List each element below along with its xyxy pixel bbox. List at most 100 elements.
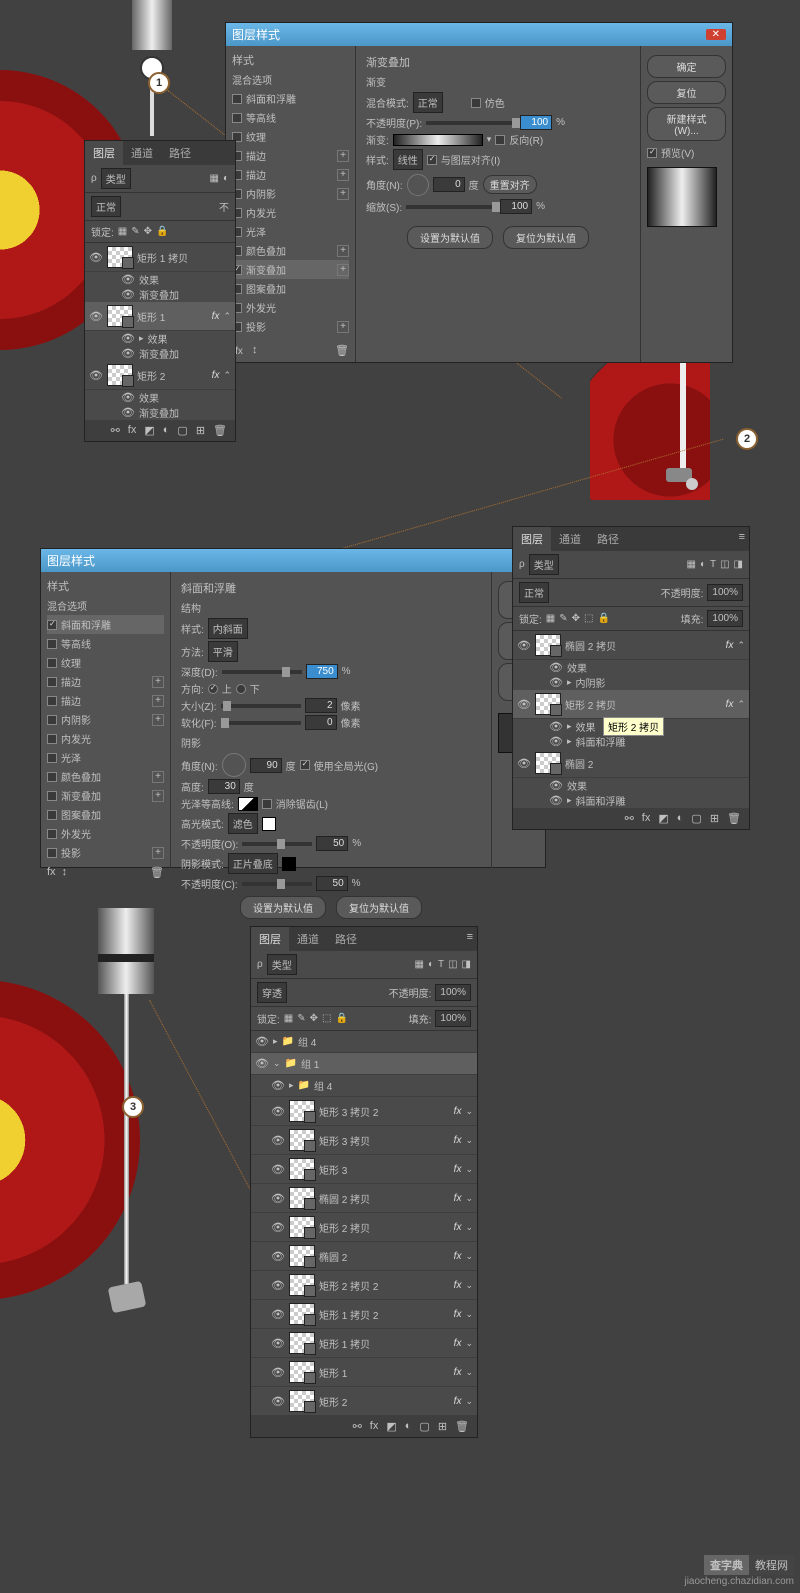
layer-item[interactable]: 👁矩形 2 拷贝 2fx⌄ <box>251 1271 477 1300</box>
blend-mode-select[interactable]: 正常 <box>413 92 443 113</box>
kind-filter[interactable]: 类型 <box>101 168 131 189</box>
group-row[interactable]: 👁▸📁组 4 <box>251 1075 477 1097</box>
group-row[interactable]: 👁▸📁组 4 <box>251 1031 477 1053</box>
fx-bevel[interactable]: 斜面和浮雕 <box>47 615 164 634</box>
eye-icon[interactable]: 👁 <box>271 1366 285 1379</box>
new-style-button[interactable]: 新建样式(W)... <box>647 107 726 141</box>
fx-stroke[interactable]: 描边+ <box>232 146 349 165</box>
reset-default-button[interactable]: 复位为默认值 <box>503 226 589 249</box>
layer-item[interactable]: 👁椭圆 2 <box>513 749 749 778</box>
fx-contour[interactable]: 等高线 <box>47 634 164 653</box>
cancel-button[interactable]: 复位 <box>647 81 726 104</box>
new-icon[interactable]: ⊞ <box>196 424 205 437</box>
size-input[interactable]: 2 <box>305 698 337 713</box>
set-default-button[interactable]: 设置为默认值 <box>240 896 326 919</box>
mask-icon[interactable]: ◩ <box>144 424 154 437</box>
fx-pattern-overlay[interactable]: 图案叠加 <box>47 805 164 824</box>
layer-item[interactable]: 👁矩形 3 拷贝 2fx⌄ <box>251 1097 477 1126</box>
depth-input[interactable]: 750 <box>306 664 338 679</box>
layer-item[interactable]: 👁矩形 2fx⌄ <box>251 1387 477 1416</box>
soften-input[interactable]: 0 <box>305 715 337 730</box>
fx-satin[interactable]: 光泽 <box>232 222 349 241</box>
bevel-tech-select[interactable]: 平滑 <box>208 641 238 662</box>
grad-style-select[interactable]: 线性 <box>393 149 423 170</box>
link-icon[interactable]: ⚯ <box>111 424 120 437</box>
eye-icon[interactable]: 👁 <box>271 1134 285 1147</box>
blend-options[interactable]: 混合选项 <box>232 70 349 89</box>
reset-default-button[interactable]: 复位为默认值 <box>336 896 422 919</box>
opacity-input[interactable]: 100 <box>520 115 552 130</box>
eye-icon[interactable]: 👁 <box>271 1163 285 1176</box>
layer-item[interactable]: 👁矩形 1fx⌃ <box>85 302 235 331</box>
eye-icon[interactable]: 👁 <box>89 251 103 264</box>
blend-options[interactable]: 混合选项 <box>47 596 164 615</box>
eye-icon[interactable]: 👁 <box>271 1308 285 1321</box>
fx-contour[interactable]: 等高线 <box>232 108 349 127</box>
tab-layers[interactable]: 图层 <box>251 927 289 951</box>
fx-stroke[interactable]: 描边+ <box>47 691 164 710</box>
blend-select[interactable]: 正常 <box>91 196 121 217</box>
fx-outer-glow[interactable]: 外发光 <box>47 824 164 843</box>
set-default-button[interactable]: 设置为默认值 <box>407 226 493 249</box>
angle-input[interactable]: 0 <box>433 177 465 192</box>
layer-item[interactable]: 👁矩形 1fx⌄ <box>251 1358 477 1387</box>
fx-pattern-overlay[interactable]: 图案叠加 <box>232 279 349 298</box>
close-icon[interactable]: ✕ <box>706 29 726 40</box>
tab-layers[interactable]: 图层 <box>513 527 551 551</box>
tab-paths[interactable]: 路径 <box>327 927 365 951</box>
fx-stroke[interactable]: 描边+ <box>47 672 164 691</box>
tab-channels[interactable]: 通道 <box>123 141 161 165</box>
ok-button[interactable]: 确定 <box>647 55 726 78</box>
group-row[interactable]: 👁⌄📁组 1 <box>251 1053 477 1075</box>
fx-color-overlay[interactable]: 颜色叠加+ <box>47 767 164 786</box>
eye-icon[interactable]: 👁 <box>271 1221 285 1234</box>
layer-item[interactable]: 👁矩形 1 拷贝fx⌄ <box>251 1329 477 1358</box>
scale-input[interactable]: 100 <box>500 199 532 214</box>
layer-item[interactable]: 👁矩形 3 拷贝fx⌄ <box>251 1126 477 1155</box>
fx-outer-glow[interactable]: 外发光 <box>232 298 349 317</box>
kind-filter[interactable]: 类型 <box>529 554 559 575</box>
arrow-icon[interactable]: ↕ <box>252 344 258 358</box>
layer-item[interactable]: 👁矩形 2 拷贝fx⌄ <box>251 1213 477 1242</box>
blend-select[interactable]: 正常 <box>519 582 549 603</box>
fx-color-overlay[interactable]: 颜色叠加+ <box>232 241 349 260</box>
menu-icon[interactable]: ≡ <box>463 927 477 951</box>
tab-channels[interactable]: 通道 <box>289 927 327 951</box>
fx-inner-shadow[interactable]: 内阴影+ <box>47 710 164 729</box>
fx-gradient-overlay[interactable]: 渐变叠加+ <box>232 260 349 279</box>
layer-item[interactable]: 👁椭圆 2fx⌄ <box>251 1242 477 1271</box>
fx-inner-shadow[interactable]: 内阴影+ <box>232 184 349 203</box>
fx-drop-shadow[interactable]: 投影+ <box>47 843 164 862</box>
bevel-style-select[interactable]: 内斜面 <box>208 618 248 639</box>
eye-icon[interactable]: 👁 <box>271 1395 285 1408</box>
eye-icon[interactable]: 👁 <box>271 1192 285 1205</box>
tab-paths[interactable]: 路径 <box>589 527 627 551</box>
fx-bevel[interactable]: 斜面和浮雕 <box>232 89 349 108</box>
dialog-titlebar[interactable]: 图层样式 ✕ <box>226 23 732 46</box>
tab-layers[interactable]: 图层 <box>85 141 123 165</box>
layer-item[interactable]: 👁矩形 1 拷贝 <box>85 243 235 272</box>
fx-gradient-overlay[interactable]: 渐变叠加+ <box>47 786 164 805</box>
fx-satin[interactable]: 光泽 <box>47 748 164 767</box>
gradient-picker[interactable] <box>393 134 483 146</box>
reset-align-button[interactable]: 重置对齐 <box>483 175 537 194</box>
trash-icon[interactable]: 🗑 <box>213 424 227 437</box>
fx-stroke[interactable]: 描边+ <box>232 165 349 184</box>
fx-icon[interactable]: fx <box>128 424 137 437</box>
fx-inner-glow[interactable]: 内发光 <box>232 203 349 222</box>
layer-item[interactable]: 👁矩形 2fx⌃ <box>85 361 235 390</box>
fx-texture[interactable]: 纹理 <box>47 653 164 672</box>
eye-icon[interactable]: 👁 <box>271 1279 285 1292</box>
tab-paths[interactable]: 路径 <box>161 141 199 165</box>
fx-texture[interactable]: 纹理 <box>232 127 349 146</box>
layer-item[interactable]: 👁矩形 2 拷贝fx⌃ <box>513 690 749 719</box>
group-icon[interactable]: ▢ <box>177 424 187 437</box>
layer-item[interactable]: 👁椭圆 2 拷贝fx⌄ <box>251 1184 477 1213</box>
fx-inner-glow[interactable]: 内发光 <box>47 729 164 748</box>
eye-icon[interactable]: 👁 <box>271 1337 285 1350</box>
eye-icon[interactable]: 👁 <box>271 1250 285 1263</box>
trash-icon[interactable]: 🗑 <box>335 344 349 358</box>
tab-channels[interactable]: 通道 <box>551 527 589 551</box>
layer-item[interactable]: 👁椭圆 2 拷贝fx⌃ <box>513 631 749 660</box>
layer-item[interactable]: 👁矩形 1 拷贝 2fx⌄ <box>251 1300 477 1329</box>
